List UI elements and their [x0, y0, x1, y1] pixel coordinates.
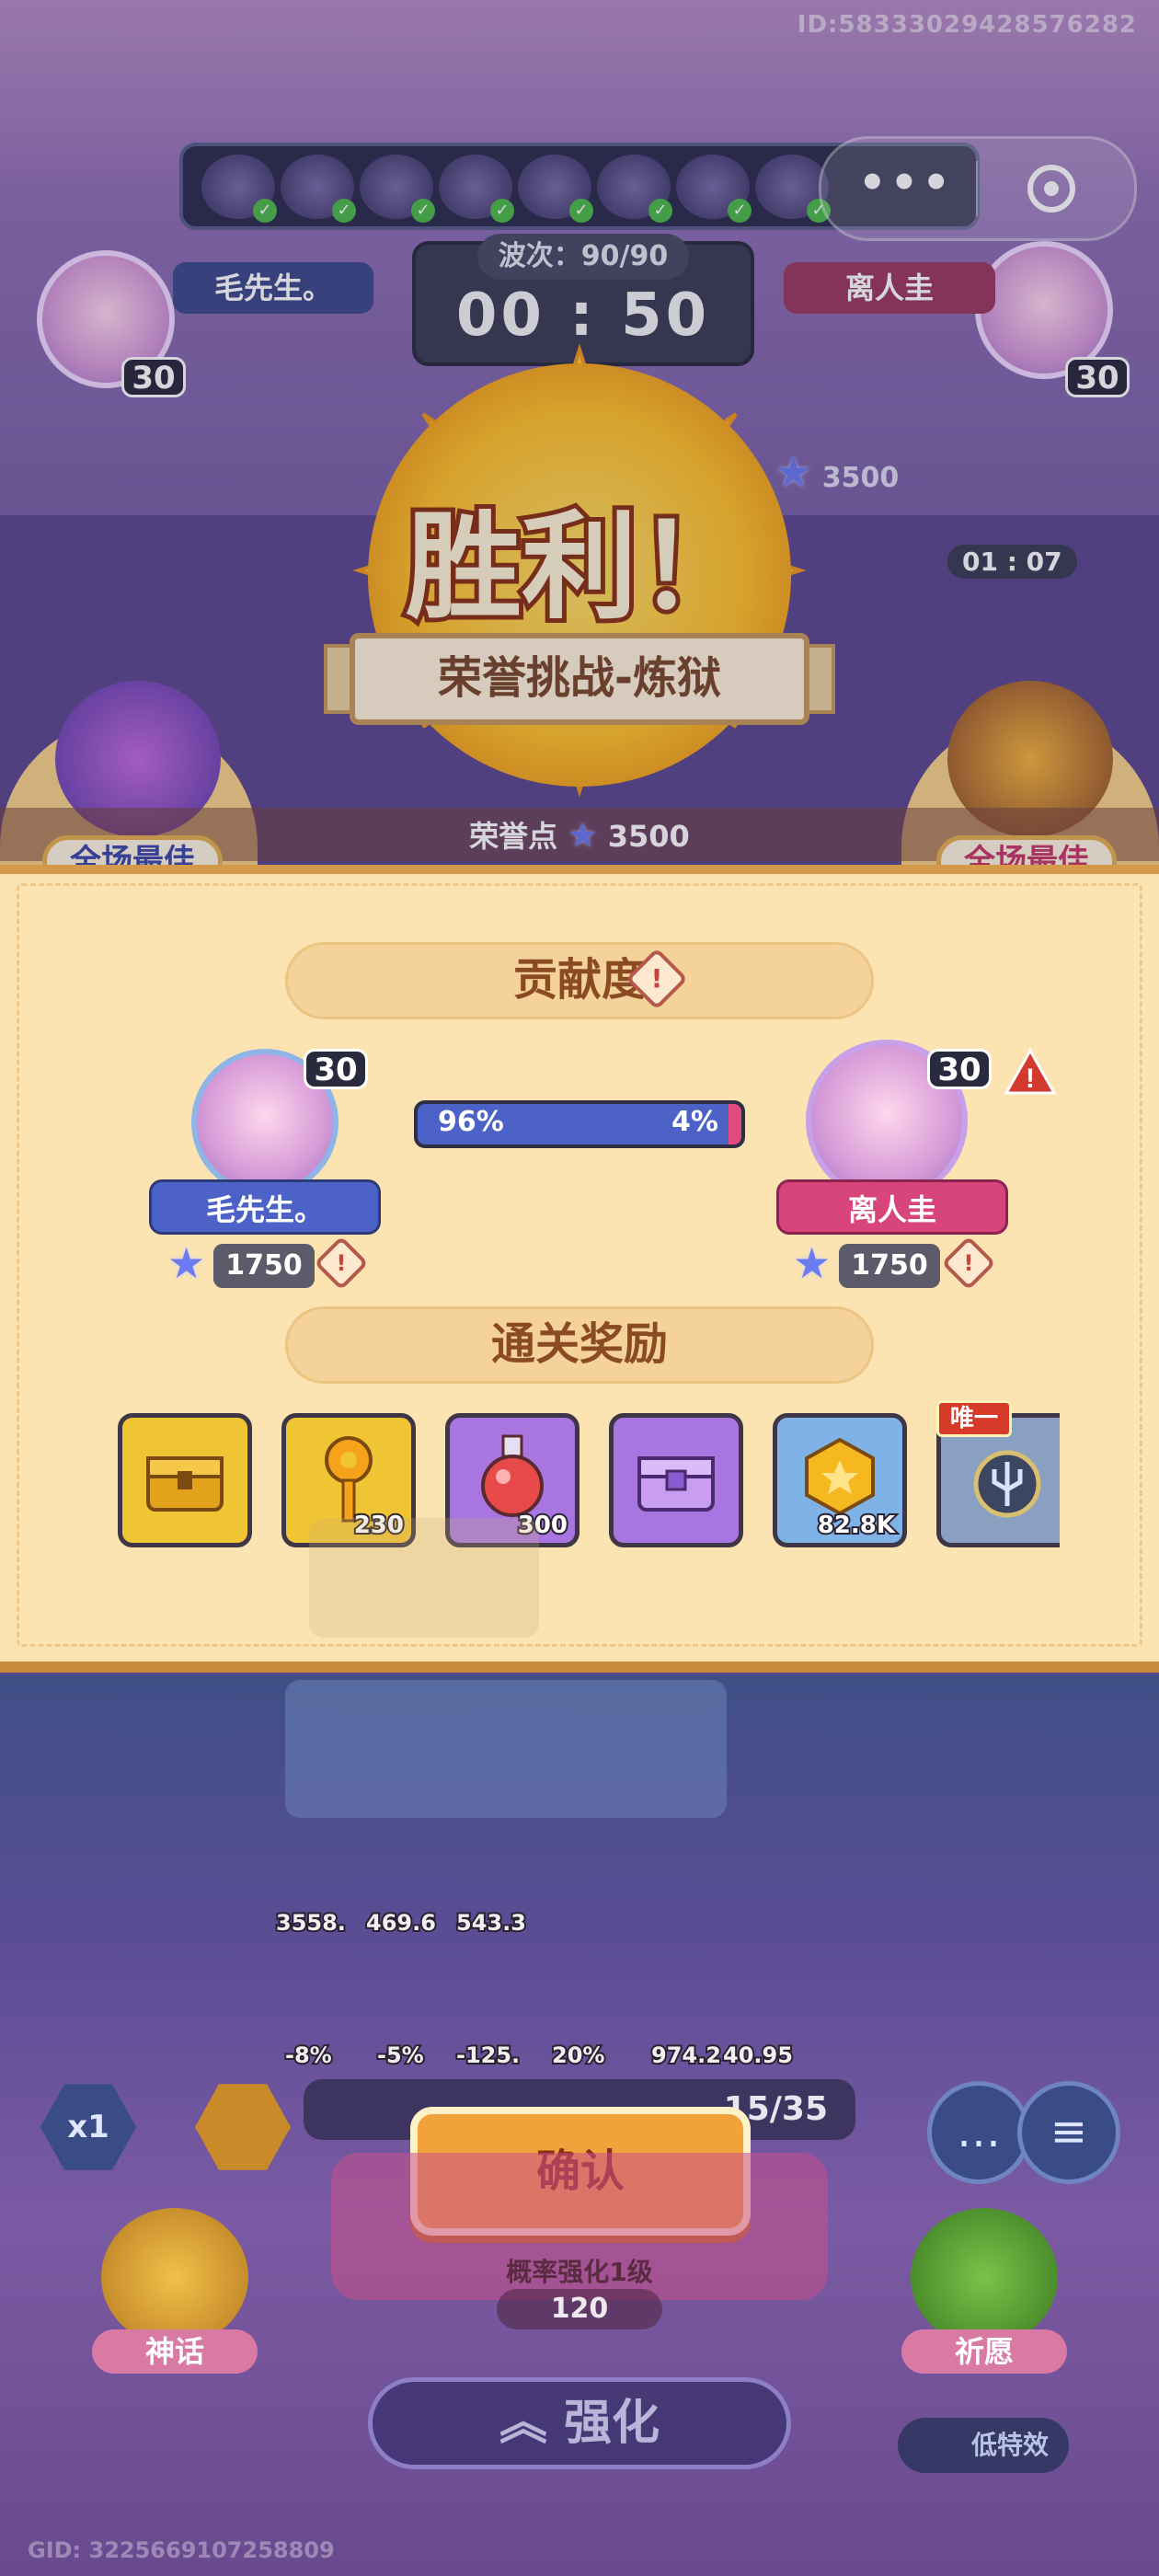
match-timer: 00 : 50 [455, 282, 711, 350]
svg-text:!: ! [1026, 1064, 1035, 1094]
menu-icon: ≡ [1050, 2106, 1088, 2157]
contribution-bar-right-fill [728, 1104, 741, 1144]
pray-clover-icon[interactable] [911, 2208, 1058, 2346]
myth-label[interactable]: 神话 [92, 2329, 258, 2374]
menu-button[interactable]: ≡ [1017, 2081, 1120, 2184]
star-icon: ★ [568, 817, 598, 855]
mini-program-capsule: ••• [819, 136, 1137, 241]
hero-portrait [439, 154, 514, 223]
hero-portrait [201, 154, 277, 223]
more-options-icon[interactable]: ••• [858, 161, 954, 205]
user-id-text: ID:5833302942857628​2 [797, 11, 1137, 39]
close-target-icon[interactable] [1027, 165, 1075, 213]
contrib-left-score: 1750 [213, 1244, 315, 1288]
left-player-name: 毛先生。 [173, 262, 373, 314]
chat-icon: … [957, 2106, 1001, 2157]
warning-icon[interactable]: ! [1003, 1047, 1058, 1097]
gid-text: GID: 3225669107258809 [28, 2537, 335, 2563]
contrib-left-name: 毛先生。 [149, 1179, 381, 1235]
hero-portrait [518, 154, 593, 223]
unique-tag: 唯一 [936, 1400, 1012, 1437]
contribution-right-percent: 4% [671, 1106, 718, 1138]
contrib-right-score: 1750 [839, 1244, 940, 1288]
contrib-right-name: 离人圭 [776, 1179, 1008, 1235]
hero-portrait [281, 154, 356, 223]
battle-field [285, 1680, 727, 1818]
reward-purple-chest[interactable] [609, 1413, 743, 1547]
right-player-level: 30 [1065, 357, 1130, 397]
chevron-up-icon: ︽ [499, 2396, 547, 2451]
mode-ribbon: 荣誉挑战-炼狱 [350, 633, 809, 725]
reward-gold-chest[interactable] [118, 1413, 252, 1547]
gold-chest-icon [146, 1456, 224, 1512]
purple-chest-icon [637, 1456, 715, 1512]
hero-portrait [360, 154, 435, 223]
star-icon: ★ [793, 1238, 832, 1288]
victory-title: 胜利！ [401, 498, 758, 637]
contribution-left-percent: 96% [438, 1106, 504, 1138]
low-effect-toggle[interactable]: 低特效 [898, 2418, 1069, 2473]
pray-label[interactable]: 祈愿 [901, 2329, 1067, 2374]
right-player-name: 离人圭 [784, 262, 995, 314]
myth-icon[interactable] [101, 2208, 248, 2346]
left-player-level: 30 [121, 357, 186, 397]
hero-portrait [597, 154, 672, 223]
enhance-button[interactable]: ︽ 强化 [368, 2377, 791, 2469]
contrib-left-level: 30 [304, 1049, 368, 1089]
upgrade-caption: 概率强化1级 [506, 2257, 653, 2287]
rewards-heading: 通关奖励 [285, 1306, 874, 1384]
hero-portrait [755, 154, 831, 223]
upgrade-cost: 120 [497, 2289, 662, 2329]
side-timer: 01 : 07 [947, 545, 1077, 579]
contribution-heading: 贡献度 [285, 942, 874, 1019]
reward-coin[interactable]: 82.8K [773, 1413, 907, 1547]
hero-portrait [676, 154, 752, 223]
contrib-right-level: 30 [927, 1049, 992, 1089]
chat-button[interactable]: … [927, 2081, 1030, 2184]
star-icon: ★ [167, 1238, 206, 1288]
wave-label: 波次：90/90 [477, 234, 689, 280]
